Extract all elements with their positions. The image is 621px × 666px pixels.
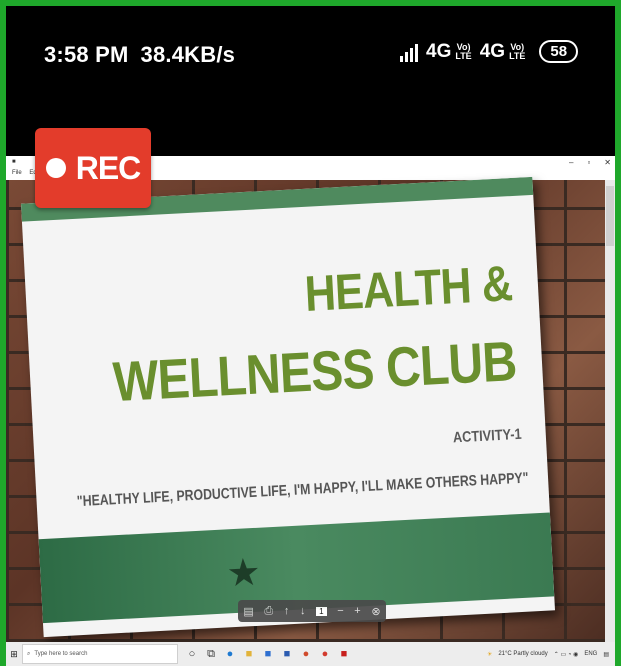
acrobat-icon[interactable]: ■ — [338, 648, 350, 660]
pdf-viewer-window: ■ – ▫ ✕ File Edit HEALTH & WELLNESS CLUB… — [6, 156, 615, 642]
network-indicators: 4G Vo) LTE 4G Vo) LTE 58 — [400, 40, 579, 63]
battery-indicator: 58 — [539, 40, 579, 63]
page-down-icon[interactable]: ↓ — [300, 605, 306, 617]
scrollbar-thumb[interactable] — [606, 186, 614, 246]
record-dot-icon — [45, 158, 66, 178]
volte-bottom-2: LTE — [509, 50, 526, 61]
system-tray: ☀ 21°C Partly cloudy ⌃ ▭ ◔ ◉ ENG ▤ — [487, 651, 615, 658]
network-speed: 38.4KB/s — [140, 42, 236, 67]
close-icon[interactable]: ✕ — [604, 158, 611, 167]
slide-quote: "HEALTHY LIFE, PRODUCTIVE LIFE, I'M HAPP… — [76, 469, 529, 511]
print-icon[interactable]: ⎙ — [264, 605, 273, 618]
clock-text: 3:58 PM — [44, 42, 129, 67]
start-button[interactable]: ⊞ — [6, 649, 22, 660]
task-view-icon[interactable]: ⧉ — [205, 648, 217, 660]
edge-icon[interactable]: ● — [224, 648, 236, 660]
window-controls: – ▫ ✕ — [569, 158, 611, 167]
fit-page-icon[interactable]: ⊗ — [371, 605, 380, 618]
taskbar-apps: ○ ⧉ ● ■ ■ ■ ● ● ■ — [186, 648, 350, 660]
volte-icon-2: Vo) LTE — [509, 42, 526, 61]
slide-activity: ACTIVITY-1 — [452, 425, 523, 447]
status-time: 3:58 PM 38.4KB/s — [44, 42, 235, 68]
page-number-input[interactable]: 1 — [316, 606, 327, 616]
language-indicator[interactable]: ENG — [584, 651, 597, 657]
chrome-icon[interactable]: ● — [319, 648, 331, 660]
presentation-slide: HEALTH & WELLNESS CLUB ACTIVITY-1 "HEALT… — [20, 176, 556, 638]
weather-text[interactable]: 21°C Partly cloudy — [498, 651, 547, 657]
app-icon: ■ — [12, 159, 16, 165]
maximize-icon[interactable]: ▫ — [587, 158, 590, 167]
zoom-out-icon[interactable]: − — [337, 605, 343, 617]
volte-bottom: LTE — [455, 50, 472, 61]
zoom-in-icon[interactable]: + — [354, 605, 360, 617]
notification-icon[interactable]: ▤ — [603, 651, 609, 658]
cortana-icon[interactable]: ○ — [186, 648, 198, 660]
tray-icons[interactable]: ⌃ ▭ ◔ ◉ — [554, 651, 579, 658]
page-up-icon[interactable]: ↑ — [284, 605, 290, 617]
minimize-icon[interactable]: – — [569, 158, 573, 167]
rec-label: REC — [75, 149, 142, 186]
slide-title-line-2: WELLNESS CLUB — [111, 329, 518, 414]
frame-right — [615, 0, 621, 666]
powerpoint-icon[interactable]: ● — [300, 648, 312, 660]
search-placeholder: Type here to search — [34, 651, 88, 657]
file-explorer-icon[interactable]: ■ — [243, 648, 255, 660]
pdf-floating-toolbar: ▤ ⎙ ↑ ↓ 1 − + ⊗ — [238, 600, 386, 622]
network-type-2: 4G — [479, 40, 506, 62]
word-icon[interactable]: ■ — [281, 648, 293, 660]
search-icon: ⌕ — [27, 650, 31, 657]
star-icon: ★ — [225, 551, 262, 596]
menu-file[interactable]: File — [12, 170, 22, 176]
save-icon[interactable]: ▤ — [243, 605, 253, 618]
volte-icon: Vo) LTE — [455, 42, 472, 61]
windows-taskbar: ⊞ ⌕ Type here to search ○ ⧉ ● ■ ■ ■ ● ● … — [6, 642, 615, 666]
network-type-1: 4G — [426, 40, 452, 62]
weather-icon: ☀ — [486, 651, 493, 658]
vertical-scrollbar[interactable] — [605, 180, 615, 642]
slide-title-line-1: HEALTH & — [303, 255, 514, 322]
store-icon[interactable]: ■ — [262, 648, 274, 660]
signal-icon — [400, 42, 418, 62]
recording-badge[interactable]: REC — [35, 128, 151, 208]
taskbar-search[interactable]: ⌕ Type here to search — [22, 644, 178, 664]
